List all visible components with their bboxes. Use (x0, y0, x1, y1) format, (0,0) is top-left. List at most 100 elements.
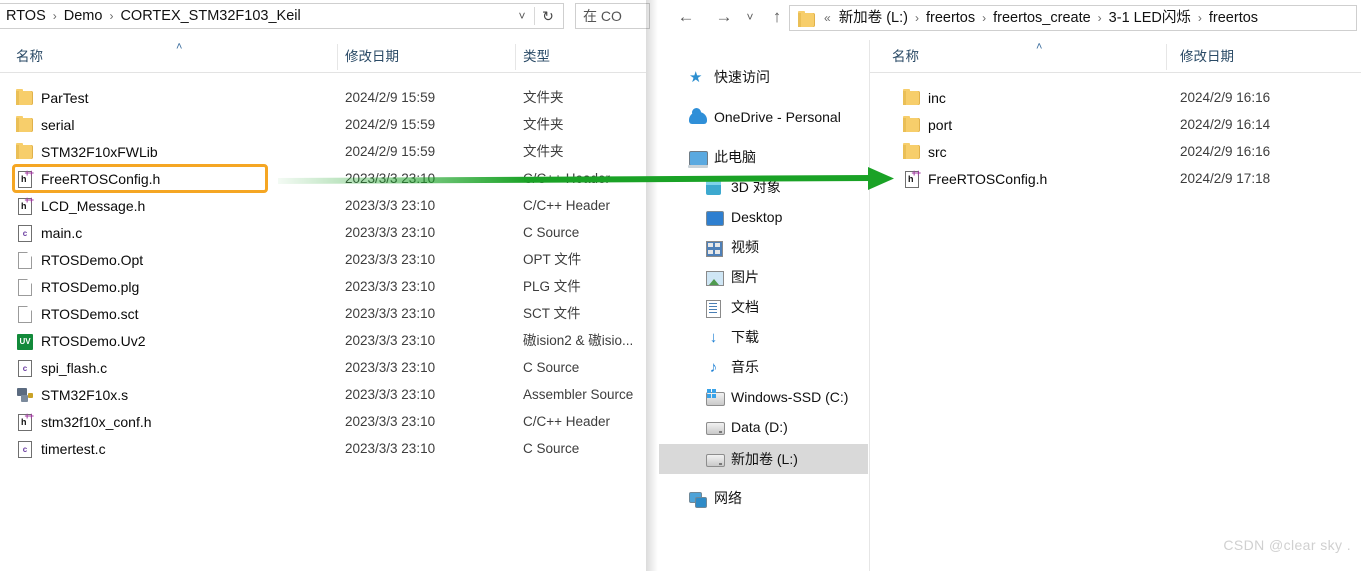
folder-icon (903, 89, 921, 107)
back-arrow-icon[interactable]: ← (673, 4, 699, 30)
breadcrumb-item-freertos-create[interactable]: freertos_create (992, 10, 1092, 26)
table-row[interactable]: inc 2024/2/9 16:16 (870, 84, 1361, 112)
file-date: 2023/3/3 23:10 (345, 333, 436, 348)
table-row[interactable]: STM32F10x.s 2023/3/3 23:10 Assembler Sou… (0, 381, 646, 409)
sidebar-item-downloads[interactable]: ↓ 下载 (659, 322, 868, 352)
forward-arrow-icon[interactable]: → (711, 4, 737, 30)
sidebar-item-new-volume-l[interactable]: 新加卷 (L:) (659, 444, 868, 474)
left-file-list: ParTest 2024/2/9 15:59 文件夹 serial 2024/2… (0, 72, 646, 472)
breadcrumb-item-freertos-leaf[interactable]: freertos (1208, 10, 1259, 26)
right-file-list: inc 2024/2/9 16:16 port 2024/2/9 16:14 s… (870, 72, 1361, 272)
breadcrumb-item-led[interactable]: 3-1 LED闪烁 (1108, 10, 1192, 26)
sidebar-item-videos[interactable]: 视频 (659, 232, 868, 262)
sidebar-item-3d-objects[interactable]: 3D 对象 (659, 172, 868, 202)
file-name: main.c (41, 225, 83, 241)
sidebar-item-onedrive[interactable]: OneDrive - Personal (659, 102, 868, 132)
table-row[interactable]: port 2024/2/9 16:14 (870, 111, 1361, 139)
table-row[interactable]: c main.c 2023/3/3 23:10 C Source (0, 219, 646, 247)
sidebar-item-pictures[interactable]: 图片 (659, 262, 868, 292)
sidebar-item-label: 图片 (731, 269, 759, 285)
table-row[interactable]: STM32F10xFWLib 2024/2/9 15:59 文件夹 (0, 138, 646, 166)
column-header-type[interactable]: 类型 (523, 40, 550, 72)
sidebar-item-music[interactable]: ♪ 音乐 (659, 352, 868, 382)
c-source-icon: c (16, 440, 34, 458)
network-icon (689, 490, 707, 508)
sidebar-item-label: Desktop (731, 209, 783, 225)
chevron-down-icon[interactable]: ˅ (741, 4, 759, 30)
right-column-header: 名称 ˄ 修改日期 (870, 40, 1361, 73)
file-date: 2023/3/3 23:10 (345, 387, 436, 402)
file-type: SCT 文件 (523, 306, 581, 321)
breadcrumb-item-demo[interactable]: Demo (63, 8, 104, 24)
drive-icon (706, 419, 725, 436)
table-row[interactable]: c spi_flash.c 2023/3/3 23:10 C Source (0, 354, 646, 382)
table-row[interactable]: RTOSDemo.sct 2023/3/3 23:10 SCT 文件 (0, 300, 646, 328)
sidebar-item-quick-access[interactable]: ★ 快速访问 (659, 62, 868, 92)
right-breadcrumb: «新加卷 (L:) › freertos › freertos_create › 3-1 L… (824, 6, 1259, 30)
table-row[interactable]: c timertest.c 2023/3/3 23:10 C Source (0, 435, 646, 463)
table-row[interactable]: ParTest 2024/2/9 15:59 文件夹 (0, 84, 646, 112)
file-type: OPT 文件 (523, 252, 582, 267)
table-row[interactable]: RTOSDemo.Opt 2023/3/3 23:10 OPT 文件 (0, 246, 646, 274)
right-address-bar: ← → ˅ ↑ «新加卷 (L:) › freertos › freertos_crea… (659, 0, 1361, 40)
up-arrow-icon[interactable]: ↑ (764, 4, 790, 30)
left-search-box[interactable]: 在 CO (575, 3, 650, 29)
file-type: C/C++ Header (523, 414, 611, 429)
file-name: FreeRTOSConfig.h (928, 171, 1048, 187)
sidebar-item-label: 3D 对象 (731, 179, 781, 195)
file-name: RTOSDemo.sct (41, 306, 139, 322)
breadcrumb-overflow[interactable]: « (824, 11, 838, 25)
table-row[interactable]: UV RTOSDemo.Uv2 2023/3/3 23:10 磝ision2 &… (0, 327, 646, 355)
column-separator[interactable] (515, 44, 516, 70)
table-row[interactable]: h ++ LCD_Message.h 2023/3/3 23:10 C/C++ H… (0, 192, 646, 220)
sidebar-item-this-pc[interactable]: 此电脑 (659, 142, 868, 172)
generic-file-icon (16, 305, 34, 323)
header-file-icon: h ++ (903, 169, 921, 188)
refresh-icon[interactable]: ↻ (537, 4, 559, 28)
address-divider (534, 7, 535, 25)
sort-ascending-icon: ˄ (1036, 41, 1043, 53)
column-header-date[interactable]: 修改日期 (1180, 40, 1234, 72)
right-address-box[interactable]: «新加卷 (L:) › freertos › freertos_create › 3-1 L… (789, 5, 1357, 31)
breadcrumb-item-cortex[interactable]: CORTEX_STM32F103_Keil (119, 8, 301, 24)
sidebar-item-label: 视频 (731, 239, 759, 255)
file-date: 2024/2/9 16:14 (1180, 117, 1271, 132)
sidebar-item-network[interactable]: 网络 (659, 483, 868, 513)
file-name: STM32F10x.s (41, 387, 129, 403)
sidebar-item-windows-ssd[interactable]: Windows-SSD (C:) (659, 382, 868, 412)
file-date: 2023/3/3 23:10 (345, 306, 436, 321)
file-date: 2024/2/9 15:59 (345, 117, 436, 132)
table-row[interactable]: h ++ stm32f10x_conf.h 2023/3/3 23:10 C/C+… (0, 408, 646, 436)
column-header-date[interactable]: 修改日期 (345, 40, 399, 72)
file-type: C Source (523, 441, 580, 456)
column-separator[interactable] (1166, 44, 1167, 70)
chevron-down-icon[interactable]: ˅ (511, 4, 533, 28)
left-search-placeholder: 在 CO (583, 8, 622, 24)
file-type: C Source (523, 360, 580, 375)
breadcrumb-item-rtos[interactable]: RTOS (5, 8, 47, 24)
table-row[interactable]: RTOSDemo.plg 2023/3/3 23:10 PLG 文件 (0, 273, 646, 301)
sidebar-item-documents[interactable]: 文档 (659, 292, 868, 322)
table-row-freertosconfig[interactable]: h ++ FreeRTOSConfig.h 2024/2/9 17:18 (870, 165, 1361, 193)
sidebar-item-label: 音乐 (731, 359, 759, 375)
table-row[interactable]: serial 2024/2/9 15:59 文件夹 (0, 111, 646, 139)
file-date: 2024/2/9 15:59 (345, 144, 436, 159)
left-address-box[interactable]: RTOS › Demo › CORTEX_STM32F103_Keil ˅ ↻ (0, 3, 564, 29)
file-name: spi_flash.c (41, 360, 108, 376)
sidebar-item-desktop[interactable]: Desktop (659, 202, 868, 232)
breadcrumb-item-freertos[interactable]: freertos (925, 10, 976, 26)
breadcrumb-item-drive[interactable]: 新加卷 (L:) (838, 10, 909, 26)
assembler-icon (16, 386, 34, 404)
header-file-icon: h ++ (16, 412, 34, 431)
file-date: 2023/3/3 23:10 (345, 414, 436, 429)
sidebar-item-label: 快速访问 (714, 69, 770, 85)
table-row[interactable]: src 2024/2/9 16:16 (870, 138, 1361, 166)
column-header-name[interactable]: 名称 (16, 40, 43, 72)
sidebar-item-data-d[interactable]: Data (D:) (659, 412, 868, 442)
file-name: STM32F10xFWLib (41, 144, 158, 160)
c-source-icon: c (16, 224, 34, 242)
column-separator[interactable] (337, 44, 338, 70)
breadcrumb-separator: › (109, 9, 114, 23)
column-header-name[interactable]: 名称 (892, 40, 919, 72)
navigation-pane: ★ 快速访问 OneDrive - Personal 此电脑 3D 对象 Des… (659, 40, 870, 571)
